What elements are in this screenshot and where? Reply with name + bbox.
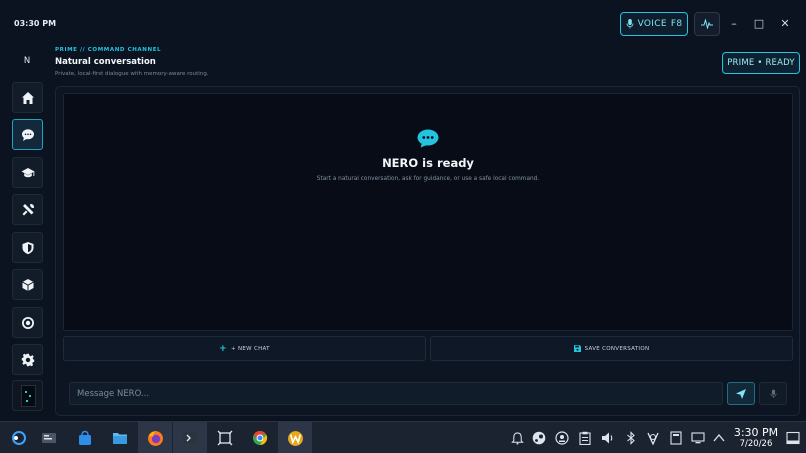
notification-bell-icon <box>510 431 524 445</box>
kde-launcher-icon <box>12 431 26 445</box>
cube-icon <box>21 278 34 291</box>
chat-bubble-icon <box>417 129 439 148</box>
preview-dot <box>26 400 28 402</box>
screenshot-tool-icon <box>217 430 233 446</box>
message-input[interactable] <box>69 382 723 405</box>
terminal-icon <box>183 432 197 444</box>
taskbar <box>0 421 806 453</box>
new-chat-label: + NEW CHAT <box>231 345 270 352</box>
microphone-icon <box>626 19 634 29</box>
tray-vpn[interactable] <box>645 430 661 446</box>
tray-storage[interactable] <box>668 430 684 446</box>
sidebar-item-home[interactable] <box>12 82 43 113</box>
file-manager-icon <box>113 433 127 444</box>
clock-time-label: 03:30 PM <box>14 19 57 28</box>
empty-state-subtitle: Start a natural conversation, ask for gu… <box>316 176 540 182</box>
tray-clipboard[interactable] <box>577 430 593 446</box>
empty-state-title: NERO is ready <box>382 156 474 170</box>
waveform-icon <box>701 19 713 29</box>
new-chat-button[interactable]: + + NEW CHAT <box>63 336 426 361</box>
volume-icon <box>602 432 613 444</box>
save-conversation-button[interactable]: SAVE CONVERSATION <box>430 336 793 361</box>
close-button[interactable]: ✕ <box>778 15 792 31</box>
taskbar-clock-time[interactable]: 3:30 PM <box>730 426 782 439</box>
sidebar-item-targets[interactable] <box>12 307 43 338</box>
sidebar-item-security[interactable] <box>12 232 43 263</box>
status-badge: PRIME • READY <box>722 52 800 74</box>
taskbar-app-firefox[interactable] <box>138 422 172 453</box>
show-desktop-button[interactable] <box>780 422 806 453</box>
taskbar-clock-date[interactable]: 7/20/26 <box>730 439 782 449</box>
taskbar-app-files[interactable] <box>103 422 137 453</box>
firefox-icon <box>147 430 163 446</box>
avatar: N <box>23 56 31 66</box>
taskbar-app-screenshot[interactable] <box>208 422 242 453</box>
maximize-button[interactable]: □ <box>752 15 766 31</box>
graduation-cap-icon <box>21 167 34 177</box>
page-subtitle: Private, local-first dialogue with memor… <box>55 71 209 77</box>
target-icon <box>21 316 34 329</box>
sidebar-item-modules[interactable] <box>12 269 43 300</box>
tools-icon <box>22 203 34 215</box>
taskbar-app-terminal[interactable] <box>173 422 207 453</box>
w-app-icon <box>287 430 303 446</box>
preview-dot <box>29 395 31 397</box>
tray-expand[interactable] <box>711 430 727 446</box>
save-conversation-label: SAVE CONVERSATION <box>584 345 650 352</box>
chat-icon <box>21 128 34 141</box>
gear-icon <box>21 353 34 366</box>
taskbar-app-w[interactable] <box>278 422 312 453</box>
discover-store-icon <box>79 430 91 445</box>
bluetooth-icon <box>627 431 635 445</box>
sidebar-item-chat[interactable] <box>12 119 43 150</box>
tray-steam[interactable] <box>531 430 547 446</box>
voice-button[interactable]: VOICE F8 <box>620 12 688 36</box>
vpn-icon <box>647 432 659 445</box>
send-icon <box>736 388 746 399</box>
display-icon <box>691 432 705 444</box>
home-icon <box>21 91 34 104</box>
preview-image <box>21 385 36 407</box>
channel-kicker: PRIME // COMMAND CHANNEL <box>55 47 162 53</box>
send-button[interactable] <box>727 382 755 405</box>
minimize-button[interactable]: – <box>727 15 741 31</box>
voice-hotkey: F8 <box>670 19 683 29</box>
storage-icon <box>670 431 682 445</box>
shield-icon <box>22 241 33 254</box>
activity-button[interactable] <box>694 12 720 36</box>
voice-label: VOICE <box>637 19 667 29</box>
page-title: Natural conversation <box>55 57 156 67</box>
tray-bluetooth[interactable] <box>623 430 639 446</box>
tray-notifications[interactable] <box>509 430 525 446</box>
sidebar-item-learning[interactable] <box>12 157 43 188</box>
plus-icon: + <box>219 343 228 354</box>
tray-display[interactable] <box>690 430 706 446</box>
taskbar-app-discover[interactable] <box>68 422 102 453</box>
save-icon <box>573 345 581 352</box>
sidebar-item-tools[interactable] <box>12 194 43 225</box>
desktop-icon <box>786 431 800 445</box>
chrome-icon <box>253 430 268 446</box>
microphone-button[interactable] <box>759 382 787 405</box>
taskbar-app-chrome[interactable] <box>243 422 277 453</box>
clipboard-icon <box>579 431 591 445</box>
preview-dot <box>25 391 27 393</box>
tray-volume[interactable] <box>600 430 616 446</box>
tray-steam-alt[interactable] <box>554 430 570 446</box>
chevron-up-icon <box>713 433 725 442</box>
taskbar-app-launcher[interactable] <box>2 422 36 453</box>
microphone-icon <box>770 389 776 398</box>
taskbar-app-settings[interactable] <box>32 422 66 453</box>
system-settings-icon <box>42 433 56 443</box>
sidebar-item-settings[interactable] <box>12 344 43 375</box>
preview-thumbnail[interactable] <box>12 380 43 411</box>
steam-alt-icon <box>555 431 569 445</box>
steam-icon <box>532 431 546 445</box>
